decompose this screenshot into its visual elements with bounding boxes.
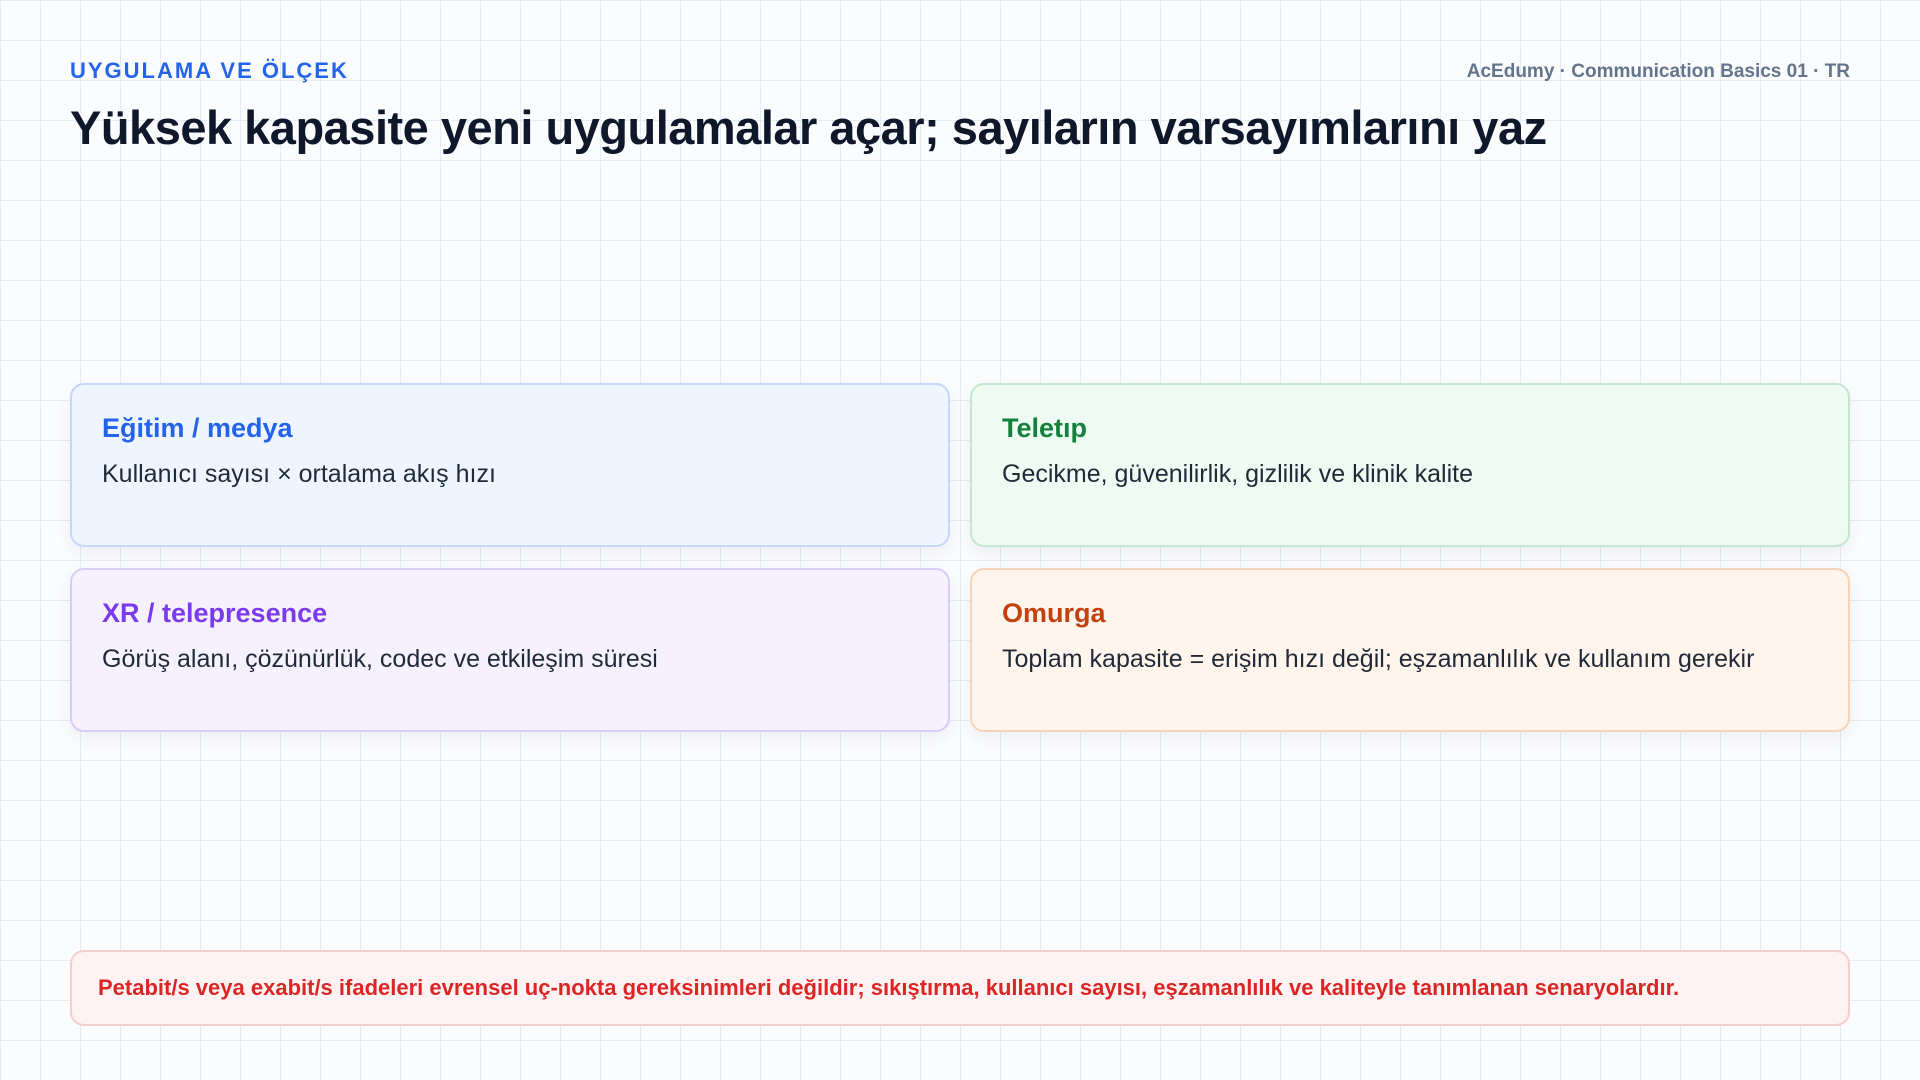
card-education-media: Eğitim / medya Kullanıcı sayısı × ortala… bbox=[70, 383, 950, 547]
cards-grid: Eğitim / medya Kullanıcı sayısı × ortala… bbox=[70, 383, 1850, 732]
card-body: Kullanıcı sayısı × ortalama akış hızı bbox=[102, 460, 496, 488]
card-title: XR / telepresence bbox=[102, 598, 328, 628]
slide-meta: AcEdumy · Communication Basics 01 · TR bbox=[1466, 61, 1850, 82]
slide-eyebrow: UYGULAMA VE ÖLÇEK bbox=[70, 58, 349, 83]
card-body: Görüş alanı, çözünürlük, codec ve etkile… bbox=[102, 645, 658, 673]
card-telemedicine: Teletıp Gecikme, güvenilirlik, gizlilik … bbox=[970, 383, 1850, 547]
warning-note: Petabit/s veya exabit/s ifadeleri evrens… bbox=[70, 950, 1850, 1026]
card-title: Eğitim / medya bbox=[102, 413, 293, 443]
card-xr-telepresence: XR / telepresence Görüş alanı, çözünürlü… bbox=[70, 568, 950, 732]
card-body: Toplam kapasite = erişim hızı değil; eşz… bbox=[1002, 645, 1755, 673]
card-title: Teletıp bbox=[1002, 413, 1088, 443]
card-backbone: Omurga Toplam kapasite = erişim hızı değ… bbox=[970, 568, 1850, 732]
card-body: Gecikme, güvenilirlik, gizlilik ve klini… bbox=[1002, 460, 1473, 488]
page-title: Yüksek kapasite yeni uygulamalar açar; s… bbox=[70, 101, 1547, 154]
card-title: Omurga bbox=[1002, 598, 1106, 628]
